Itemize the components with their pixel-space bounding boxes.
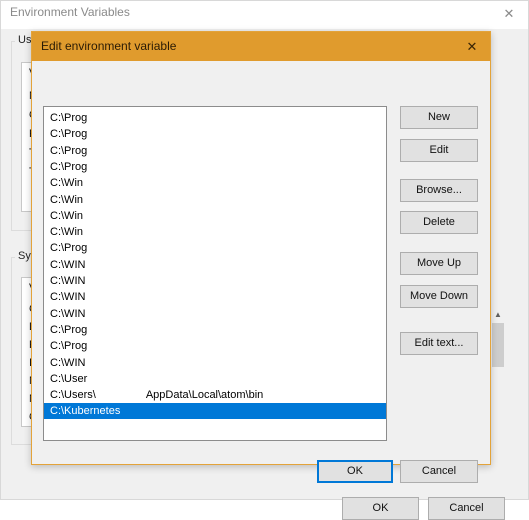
path-list-item[interactable]: C:\Users\ AppData\Local\atom\bin	[44, 387, 386, 403]
path-list-item[interactable]: C:\Prog	[44, 240, 386, 256]
path-list-item-text: C:\Win	[50, 209, 83, 222]
path-list-item[interactable]: C:\Prog	[44, 126, 386, 142]
scrollbar-thumb[interactable]	[492, 323, 504, 367]
path-list-item[interactable]: C:\WIN	[44, 306, 386, 322]
path-list-item[interactable]: C:\Prog	[44, 322, 386, 338]
path-list-item[interactable]: C:\Win	[44, 175, 386, 191]
path-list-item[interactable]: C:\User	[44, 371, 386, 387]
path-list-item[interactable]: C:\WIN	[44, 289, 386, 305]
background-window-titlebar: Environment Variables ✕	[1, 1, 528, 29]
path-list-item-text: C:\Prog	[50, 160, 88, 173]
path-list-item-text: C:\WIN	[50, 258, 86, 271]
path-list-item[interactable]: C:\Prog	[44, 159, 386, 175]
path-list-item-text: C:\WIN	[50, 356, 86, 369]
background-ok-button[interactable]: OK	[342, 497, 419, 520]
dialog-cancel-button[interactable]: Cancel	[400, 460, 478, 483]
path-list-item-text: C:\Prog	[50, 128, 88, 141]
close-icon[interactable]: ✕	[458, 37, 486, 57]
browse-button[interactable]: Browse...	[400, 179, 478, 202]
edit-button[interactable]: Edit	[400, 139, 478, 162]
path-list-item-text: C:\WIN	[50, 307, 86, 320]
path-list-item-text: C:\Win	[50, 193, 83, 206]
edit-text-button[interactable]: Edit text...	[400, 332, 478, 355]
path-list-item[interactable]: C:\Prog	[44, 338, 386, 354]
move-up-button[interactable]: Move Up	[400, 252, 478, 275]
dialog-title: Edit environment variable	[41, 39, 177, 53]
path-list-item-text: C:\User	[50, 372, 88, 385]
path-list-item-text: C:\WIN	[50, 275, 86, 287]
path-list-item-text: C:\Prog	[50, 144, 88, 157]
dialog-ok-button[interactable]: OK	[317, 460, 393, 483]
chevron-up-icon[interactable]: ▲	[491, 308, 505, 322]
path-list-item[interactable]: C:\Win	[44, 208, 386, 224]
move-down-button[interactable]: Move Down	[400, 285, 478, 308]
edit-environment-variable-dialog: Edit environment variable ✕ C:\Prog C:\Pr…	[31, 31, 491, 483]
path-list-item[interactable]: C:\Kubernetes	[44, 403, 386, 420]
background-window-title: Environment Variables	[10, 5, 130, 19]
delete-button[interactable]: Delete	[400, 211, 478, 234]
path-list-item-text: C:\Prog	[50, 323, 88, 336]
dialog-body: C:\Prog C:\Prog C:\Prog C:\Prog C:\Win C:\Win…	[32, 61, 490, 483]
path-list-item[interactable]: C:\Win	[44, 192, 386, 208]
path-list-item-text: C:\Users\	[50, 389, 96, 402]
path-list-item-text: C:\Win	[50, 177, 83, 190]
path-list-item-text: C:\Prog	[50, 112, 88, 124]
path-list-item[interactable]: C:\Prog	[44, 143, 386, 159]
system-list-scrollbar[interactable]: ▲	[490, 308, 505, 413]
new-button[interactable]: New	[400, 106, 478, 129]
background-cancel-button[interactable]: Cancel	[428, 497, 505, 520]
path-list-item[interactable]: C:\WIN	[44, 355, 386, 371]
close-icon[interactable]: ✕	[496, 4, 522, 24]
path-list-item-text: C:\Win	[50, 226, 83, 239]
path-list-item[interactable]: C:\WIN	[44, 257, 386, 273]
path-list-item-text: C:\Kubernetes	[50, 405, 121, 418]
path-list-item[interactable]: C:\Win	[44, 224, 386, 240]
path-entries-listbox[interactable]: C:\Prog C:\Prog C:\Prog C:\Prog C:\Win C:\Win…	[43, 106, 387, 441]
path-list-item-text: C:\WIN	[50, 291, 86, 304]
path-list-item[interactable]: C:\WIN	[44, 273, 386, 289]
path-list-item[interactable]: C:\Prog	[44, 110, 386, 126]
dialog-titlebar: Edit environment variable ✕	[32, 32, 490, 61]
path-list-item-tail: AppData\Local\atom\bin	[145, 389, 264, 402]
path-list-item-text: C:\Prog	[50, 340, 88, 353]
path-list-item-text: C:\Prog	[50, 242, 88, 255]
